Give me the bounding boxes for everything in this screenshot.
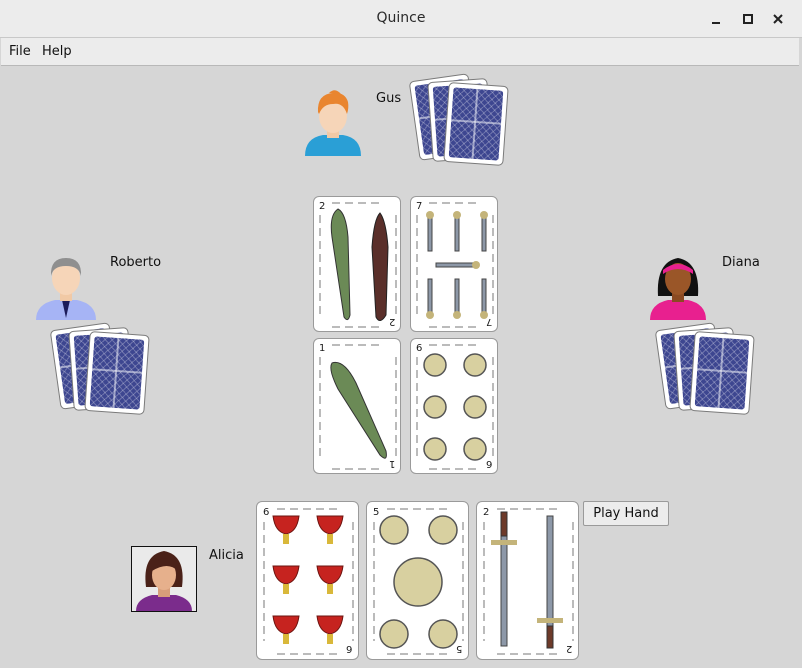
menu-help[interactable]: Help bbox=[42, 44, 72, 59]
card-back bbox=[689, 331, 755, 415]
player-avatar-gus bbox=[303, 88, 363, 160]
player-avatar-alicia bbox=[131, 546, 197, 612]
minimize-icon[interactable] bbox=[706, 9, 726, 29]
card-rank: 1 bbox=[319, 343, 326, 354]
player-name-diana: Diana bbox=[722, 255, 760, 270]
card-rank: 6 bbox=[485, 458, 492, 469]
close-icon[interactable] bbox=[768, 9, 788, 29]
table-card-7-espadas[interactable]: 7 7 bbox=[410, 196, 498, 332]
player-name-roberto: Roberto bbox=[110, 255, 162, 270]
menu-file[interactable]: File bbox=[9, 44, 31, 59]
card-rank: 7 bbox=[485, 316, 492, 327]
card-back bbox=[443, 82, 509, 166]
play-hand-button[interactable]: Play Hand bbox=[583, 501, 669, 526]
card-rank: 2 bbox=[388, 316, 395, 327]
card-rank: 7 bbox=[416, 201, 423, 212]
card-rank: 2 bbox=[565, 643, 572, 654]
player-name-alicia: Alicia bbox=[209, 548, 244, 563]
window-title: Quince bbox=[376, 10, 426, 26]
window-titlebar: Quince bbox=[0, 0, 802, 38]
maximize-icon[interactable] bbox=[738, 9, 758, 29]
card-back bbox=[84, 331, 150, 415]
card-rank: 6 bbox=[263, 507, 270, 518]
menu-bar: File Help bbox=[1, 38, 799, 66]
table-card-6-oros[interactable]: 6 6 bbox=[410, 338, 498, 474]
card-rank: 2 bbox=[319, 201, 326, 212]
card-rank: 5 bbox=[373, 507, 380, 518]
card-rank: 5 bbox=[455, 643, 462, 654]
hand-card-2-espadas[interactable]: 2 2 bbox=[476, 501, 579, 660]
table-card-1-bastos[interactable]: 1 1 bbox=[313, 338, 401, 474]
hand-card-6-copas[interactable]: 6 6 bbox=[256, 501, 359, 660]
player-avatar-diana bbox=[648, 252, 708, 324]
card-rank: 6 bbox=[345, 643, 352, 654]
player-name-gus: Gus bbox=[376, 91, 402, 106]
card-rank: 2 bbox=[483, 507, 490, 518]
player-avatar-roberto bbox=[35, 254, 97, 324]
card-rank: 6 bbox=[416, 343, 423, 354]
card-rank: 1 bbox=[388, 458, 395, 469]
hand-card-5-oros[interactable]: 5 5 bbox=[366, 501, 469, 660]
table-card-2-bastos[interactable]: 2 2 bbox=[313, 196, 401, 332]
